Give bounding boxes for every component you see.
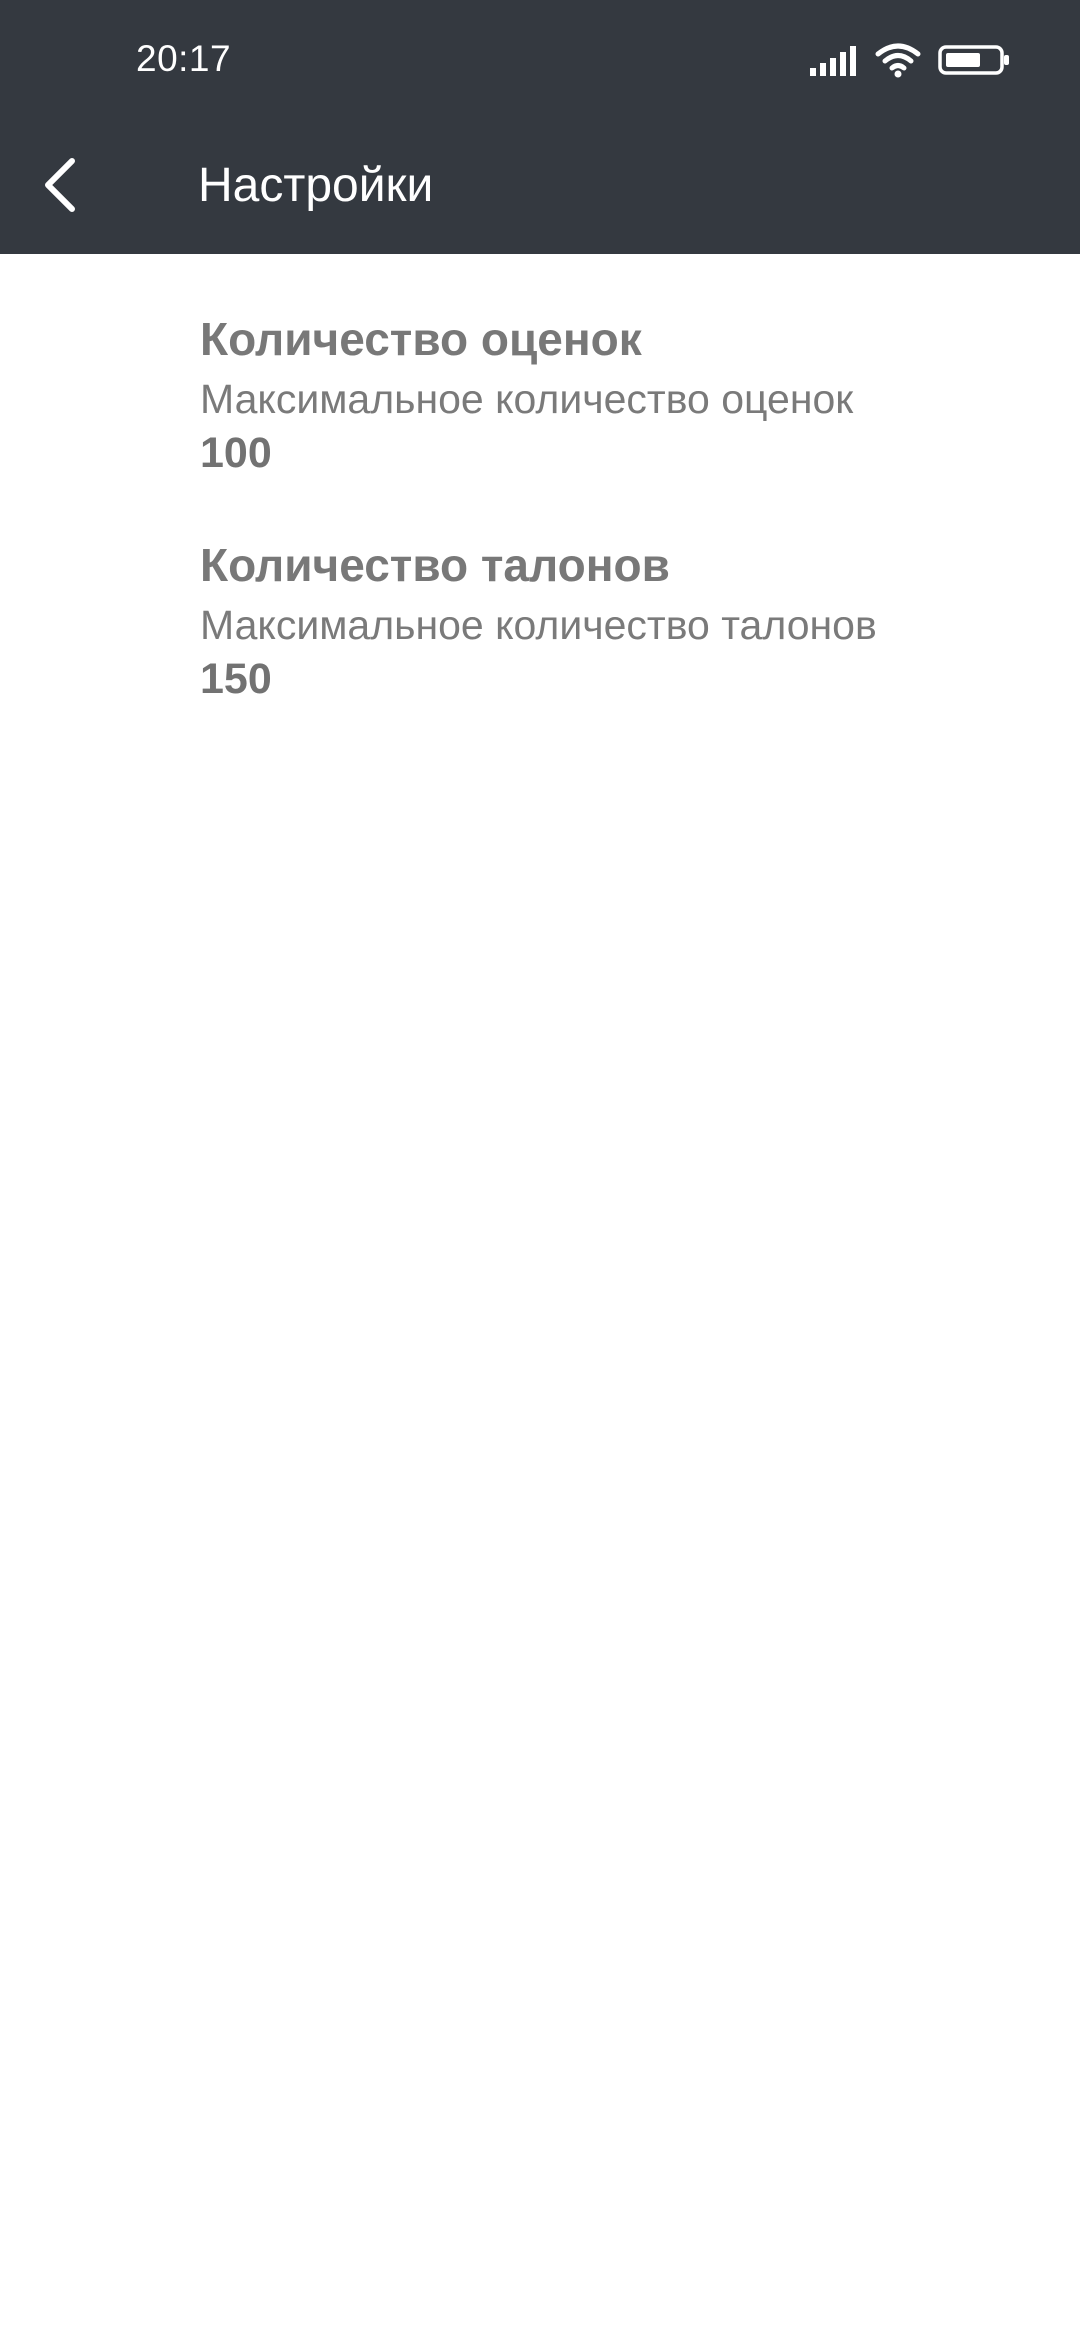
status-icons <box>810 42 1010 82</box>
app-bar: 20:17 Настройки <box>0 0 1080 254</box>
preference-grades-count[interactable]: Количество оценок Максимальное количеств… <box>0 254 1080 480</box>
preference-value: 150 <box>200 655 272 703</box>
signal-icon <box>810 44 858 81</box>
preference-summary: Максимальное количество талонов <box>200 602 877 648</box>
back-button[interactable] <box>30 142 90 232</box>
preference-summary: Максимальное количество оценок <box>200 376 854 422</box>
preference-title: Количество оценок <box>200 313 642 365</box>
status-time: 20:17 <box>136 38 232 79</box>
toolbar: Настройки <box>0 120 1080 254</box>
preference-value: 100 <box>200 429 272 477</box>
settings-screen: 20:17 Настройки Количество оценок Максим… <box>0 0 1080 2340</box>
status-bar: 20:17 <box>0 0 1080 120</box>
page-title: Настройки <box>198 159 434 212</box>
preference-coupons-count[interactable]: Количество талонов Максимальное количест… <box>0 480 1080 706</box>
battery-icon <box>938 44 1010 81</box>
chevron-left-icon <box>40 155 80 220</box>
preference-title: Количество талонов <box>200 539 670 591</box>
wifi-icon <box>874 42 922 83</box>
